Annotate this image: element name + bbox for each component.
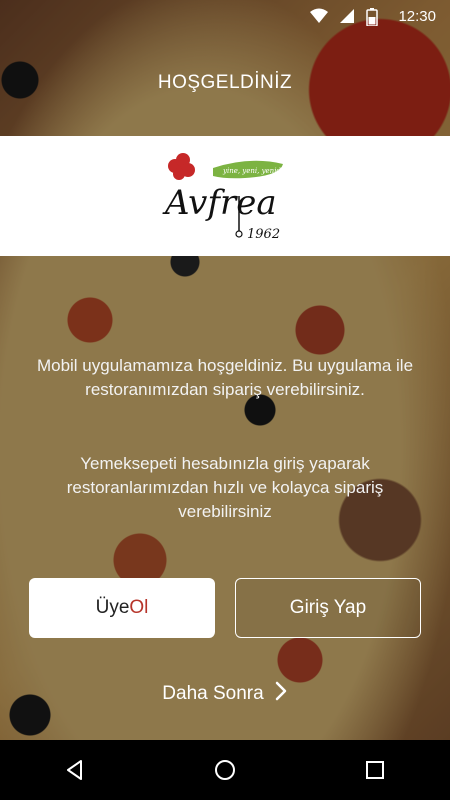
status-bar: 12:30 (0, 0, 450, 32)
intro-text: Mobil uygulamamıza hoşgeldiniz. Bu uygul… (36, 356, 414, 399)
back-icon[interactable] (45, 740, 105, 800)
svg-text:Avfrea: Avfrea (162, 183, 277, 223)
recents-icon[interactable] (345, 740, 405, 800)
signup-button[interactable]: Üye Ol (29, 578, 215, 638)
system-nav-bar (0, 740, 450, 800)
battery-icon (366, 8, 384, 27)
home-icon[interactable] (195, 740, 255, 800)
signup-label-prefix: Üye (95, 597, 130, 618)
brand-logo: yine, yeni, yeniden Avfrea 1962 (162, 153, 290, 242)
wifi-icon (310, 8, 329, 24)
svg-text:1962: 1962 (247, 227, 280, 242)
welcome-title: HOŞGELDİNİZ (157, 72, 293, 93)
login-button[interactable]: Giriş Yap (235, 578, 421, 638)
later-label: Daha Sonra (162, 683, 264, 704)
logo-band: yine, yeni, yeniden Avfrea 1962 (0, 136, 450, 256)
status-time: 12:30 (398, 7, 436, 25)
signup-label-accent: Ol (129, 597, 149, 618)
later-link[interactable]: Daha Sonra (0, 680, 450, 708)
chevron-right-icon (274, 680, 288, 708)
intro-text-yemeksepeti: Yemeksepeti hesabınızla giriş yaparak re… (66, 454, 384, 521)
login-label: Giriş Yap (289, 597, 367, 618)
signal-icon (338, 8, 356, 24)
svg-text:yine, yeni, yeniden: yine, yeni, yeniden (222, 167, 290, 175)
